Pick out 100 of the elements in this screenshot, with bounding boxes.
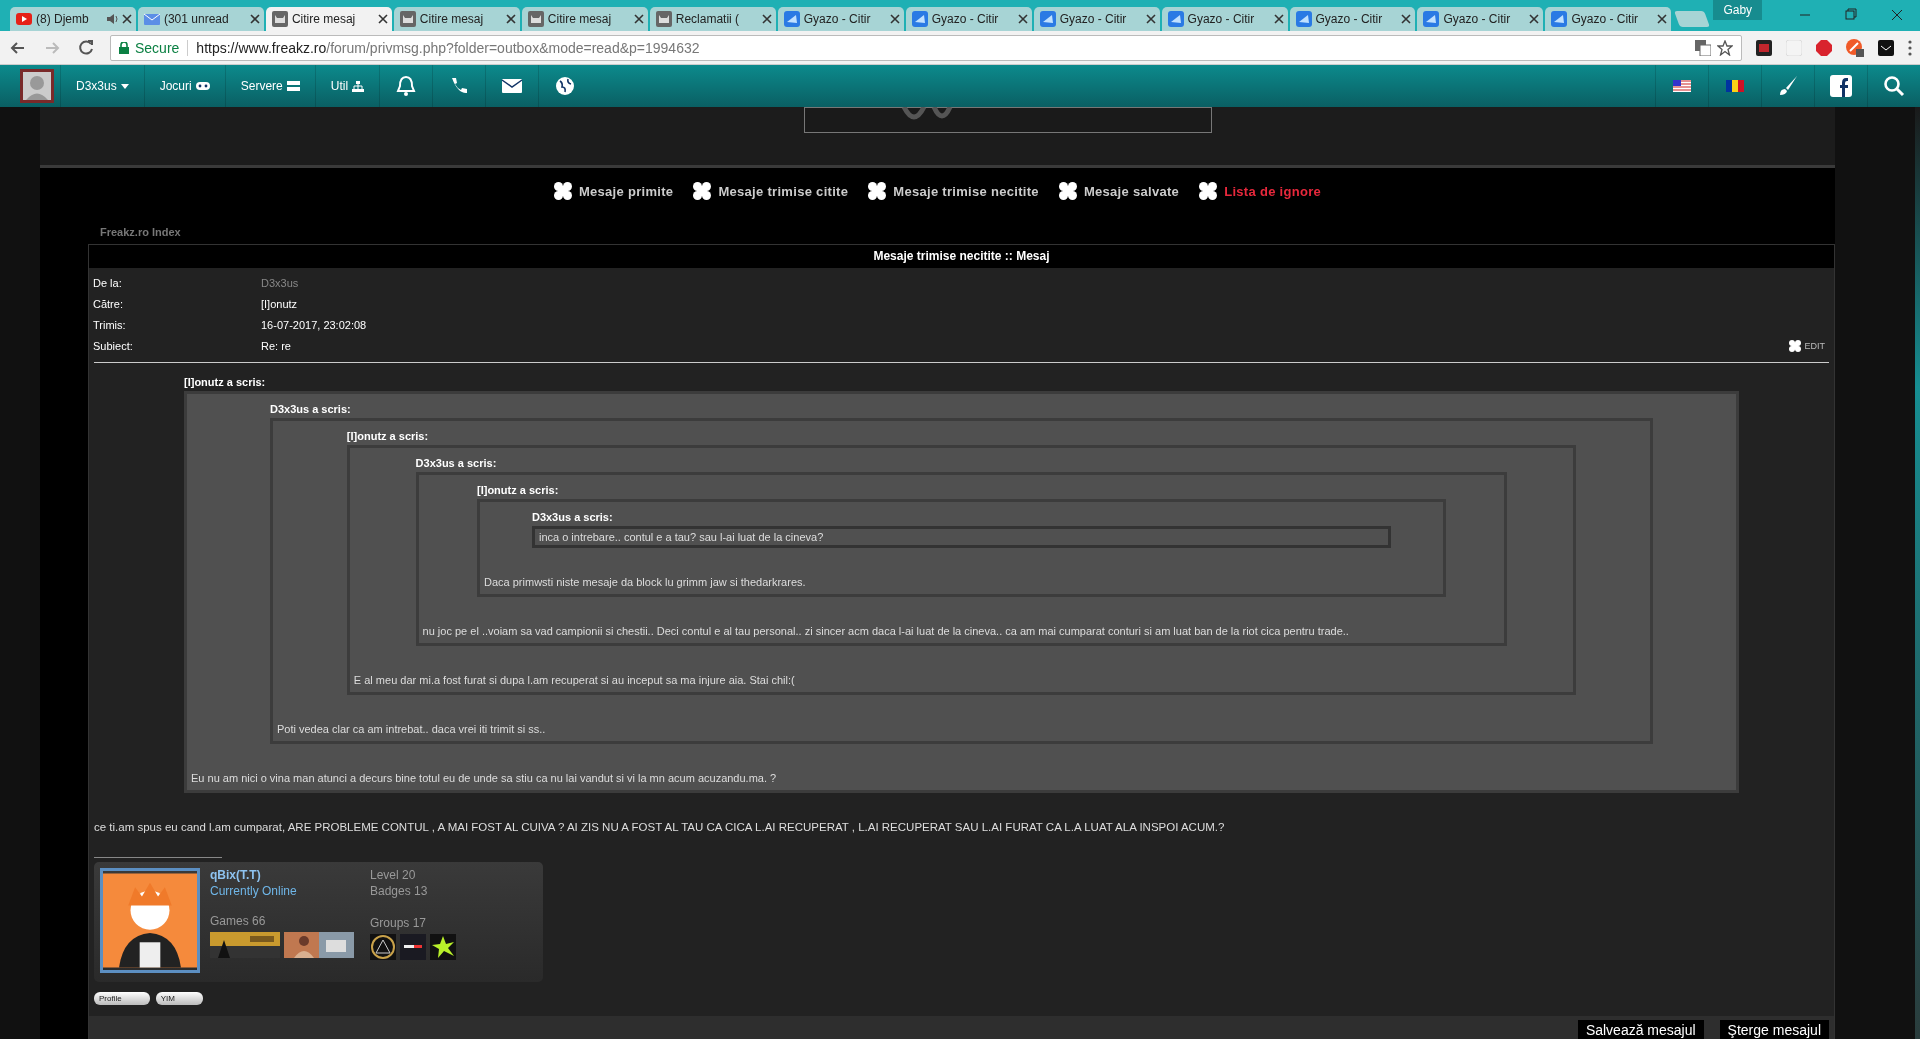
extension-icon[interactable] [1756,39,1772,56]
triangle-emblem-icon[interactable] [370,934,396,960]
folder-link[interactable]: Lista de ignore [1199,182,1322,200]
url-path: /forum/privmsg.php?folder=outbox&mode=read&p=1994632 [326,39,700,56]
bell-icon[interactable] [395,75,418,97]
message-action-button[interactable]: Şterge mesajul [1719,1020,1829,1039]
star-icon[interactable] [1717,39,1733,56]
browser-tab[interactable]: (8) Djemb [10,7,136,31]
browser-tab[interactable]: Gyazo - Citir [1545,7,1672,31]
profile-name[interactable]: qBix(T.T) [210,868,360,882]
close-icon[interactable] [249,14,260,24]
quote-text: Poti vedea clar ca am intrebat.. daca vrei iti trimit si ss.. [276,723,547,735]
close-icon[interactable] [121,14,132,24]
close-icon[interactable] [761,14,772,24]
browser-tab[interactable]: Gyazo - Citir [1033,7,1160,31]
browser-tab[interactable]: (301 unread [137,7,264,31]
quote-text: E al meu dar mi.a fost furat si dupa l.am recuperat si au inceput sa ma injure aia. Stai chil:( [352,674,796,686]
tab-title: Citire mesaj [291,12,357,26]
quote-author: D3x3us a scris: [270,402,352,417]
url-origin: https://www.freakz.ro [196,39,327,56]
sender-link[interactable]: D3x3us [261,276,299,289]
clover-icon [1199,182,1218,200]
close-icon[interactable] [1017,14,1028,24]
tab-title: Gyazo - Citir [1059,12,1128,26]
quote-author: [I]onutz a scris: [184,375,267,390]
browser-tab[interactable]: Citire mesaj [265,7,392,31]
close-icon[interactable] [1401,14,1412,24]
clover-icon [693,182,712,200]
facebook-icon[interactable] [1830,75,1852,97]
tab-title: Reclamatii ( [675,12,741,26]
close-icon[interactable] [505,14,516,24]
folder-link[interactable]: Mesaje trimise citite [693,182,849,200]
field-label: Către: [93,297,124,310]
globe-icon[interactable] [554,75,577,97]
tab-title: Gyazo - Citir [931,12,1000,26]
profile-link-button[interactable]: YIM [155,992,203,1005]
stop-sign-icon[interactable] [1816,39,1832,56]
quote-text: Daca primwsti niste mesaje da block lu grimm jaw si thedarkrares. [483,576,807,588]
sitemap-icon [352,80,365,92]
close-icon[interactable] [633,14,644,24]
badges-count: Badges 13 [370,884,429,898]
avatar-icon[interactable] [20,69,54,103]
level-label: Level 20 [370,868,417,882]
menu-icon[interactable] [1908,39,1912,56]
tab-title: Gyazo - Citir [1443,12,1512,26]
extension-icon[interactable] [1878,39,1894,56]
field-label: Subiect: [93,339,134,352]
arrow-tile-icon [783,11,800,27]
close-icon[interactable] [1145,14,1156,24]
profile-link-button[interactable]: Profile [94,992,150,1005]
field-value: 16-07-2017, 23:02:08 [261,318,367,331]
translate-icon[interactable] [1695,39,1711,56]
browser-tab[interactable]: Reclamatii ( [649,7,776,31]
browser-tab[interactable]: Citire mesaj [521,7,648,31]
caret-icon [120,83,129,89]
clover-icon [1058,182,1077,200]
browser-tab[interactable]: Gyazo - Citir [905,7,1032,31]
brush-badge-icon[interactable] [1846,38,1864,57]
envelope-icon [143,11,160,27]
close-icon[interactable] [889,14,900,24]
browser-tab[interactable]: Gyazo - Citir [1289,7,1416,31]
message-action-button[interactable]: Salvează mesajul [1577,1020,1704,1039]
security-label: Secure [135,39,180,56]
message-text: ce ti.am spus eu cand l.am cumparat, ARE PROBLEME CONTUL , A MAI FOST AL CUIVA ? AI ZIS NU A FOST AL TAU CA CICA L.AI RECUPERAT , L.AI RECUPERAT SAU L.AI FURAT CA L.A LUAT ALA INSPOI ACUM.? [94,821,1226,833]
quote-author: [I]onutz a scris: [477,483,560,498]
address-field[interactable]: Secure https://www.freakz.ro/forum/privmsg.php?folder=outbox&mode=read&p=1994632 [110,34,1742,61]
server-icon [286,81,300,91]
search-icon[interactable] [1883,75,1905,97]
star-burst-icon[interactable] [430,934,456,960]
breadcrumb-link[interactable]: Freakz.ro Index [100,226,1835,238]
flag-icon[interactable] [1673,80,1691,92]
tab-title: Gyazo - Citir [1315,12,1384,26]
close-icon[interactable] [1657,14,1668,24]
clover-icon [1789,339,1802,352]
games-count: Games 66 [210,914,267,928]
flag-icon[interactable] [1726,80,1744,92]
browser-tab[interactable]: Gyazo - Citir [1417,7,1544,31]
group-emblem-icon[interactable] [400,934,426,960]
gamepad-icon [195,82,210,90]
folder-link[interactable]: Mesaje trimise necitite [868,182,1039,200]
browser-tab[interactable]: Gyazo - Citir [1161,7,1288,31]
close-icon[interactable] [1273,14,1284,24]
field-value: [I]onutz [261,297,298,310]
arrow-tile-icon [1167,11,1184,27]
folder-link[interactable]: Mesaje salvate [1058,182,1180,200]
quote-author: D3x3us a scris: [415,456,498,471]
close-icon[interactable] [1529,14,1540,24]
close-icon[interactable] [377,14,388,24]
tab-title: Gyazo - Citir [1187,12,1256,26]
folder-link[interactable]: Mesaje primite [553,182,674,200]
quote-author: [I]onutz a scris: [346,429,430,444]
tab-title: Gyazo - Citir [1571,12,1640,26]
browser-tab[interactable]: Citire mesaj [393,7,520,31]
field-label: De la: [93,276,123,289]
browser-tab[interactable]: Gyazo - Citir [777,7,904,31]
reload-icon[interactable] [76,37,96,58]
profile-name[interactable]: Gaby [1713,0,1763,20]
field-label: Trimis: [93,318,127,331]
groups-count: Groups 17 [370,916,428,930]
edit-button[interactable]: EDIT [1789,339,1825,352]
